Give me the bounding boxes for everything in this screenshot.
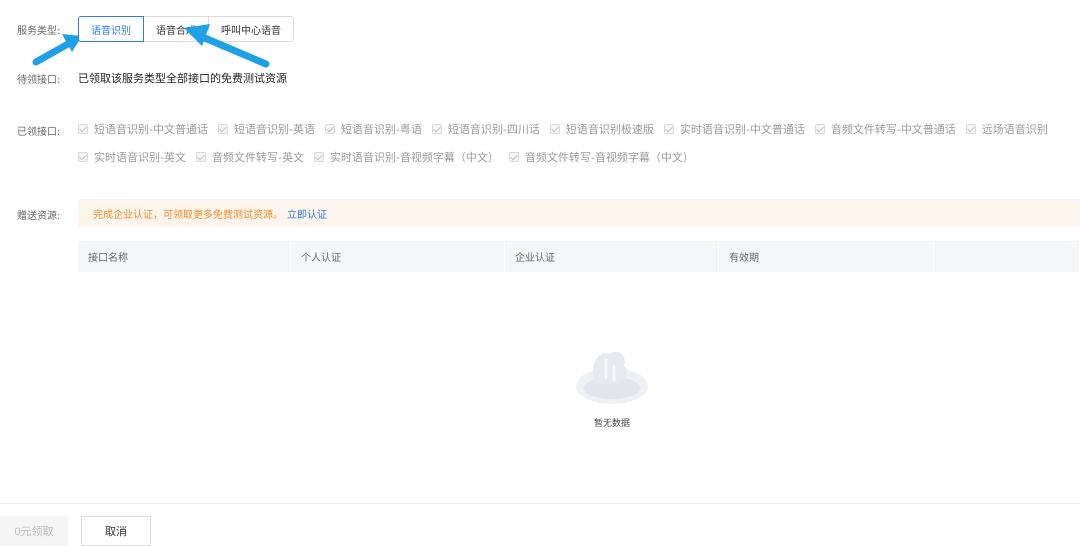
notice-text: 完成企业认证，可领取更多免费测试资源。: [93, 209, 283, 221]
column-api-name: 接口名称: [78, 241, 291, 272]
resource-table-header: 接口名称 个人认证 企业认证 有效期: [78, 241, 1080, 272]
claimed-api-item: 音频文件转写-音视频字幕（中文）: [508, 149, 694, 165]
api-name: 短语音识别-中文普通话: [94, 123, 208, 136]
claimed-api-item: 短语音识别-中文普通话: [78, 121, 208, 137]
claimed-api-item: 短语音识别-英语: [217, 121, 315, 137]
checked-checkbox-icon: [78, 152, 88, 162]
checked-checkbox-icon: [78, 124, 88, 134]
claimed-api-item: 音频文件转写-中文普通话: [814, 121, 956, 137]
claimed-api-item: 实时语音识别-英文: [78, 149, 186, 165]
option-speech-recognition[interactable]: 语音识别: [78, 16, 144, 42]
api-name: 实时语音识别-音视频字幕（中文）: [329, 151, 499, 164]
api-name: 音频文件转写-英文: [211, 151, 304, 164]
claimed-api-item: 实时语音识别-音视频字幕（中文）: [313, 149, 499, 165]
checked-checkbox-icon: [431, 124, 442, 134]
service-type-selector: 语音识别 语音合成 呼叫中心语音: [78, 16, 294, 42]
checked-checkbox-icon: [217, 124, 228, 134]
claimed-api-item: 实时语音识别-中文普通话: [663, 121, 805, 137]
column-enterprise-verification: 企业认证: [505, 241, 719, 272]
claimed-api-list: 短语音识别-中文普通话 短语音识别-英语 短语音识别-粤语 短语音识别-四川话 …: [78, 120, 1080, 176]
free-claim-button[interactable]: 0元领取: [0, 516, 68, 546]
checked-checkbox-icon: [965, 124, 976, 134]
claimed-api-item: 音频文件转写-英文: [195, 149, 304, 165]
claimed-api-row: 实时语音识别-英文 音频文件转写-英文 实时语音识别-音视频字幕（中文） 音频文…: [78, 148, 1080, 166]
checked-checkbox-icon: [313, 152, 324, 162]
claimed-api-item: 短语音识别极速版: [549, 121, 654, 137]
option-call-center-speech[interactable]: 呼叫中心语音: [208, 16, 294, 42]
verify-now-link[interactable]: 立即认证: [287, 206, 327, 221]
column-validity-period: 有效期: [719, 241, 934, 272]
checked-checkbox-icon: [549, 124, 560, 134]
api-name: 短语音识别-粤语: [340, 123, 422, 136]
claimed-api-item: 短语音识别-粤语: [324, 121, 422, 137]
api-name: 远场语音识别: [981, 123, 1048, 136]
option-speech-synthesis[interactable]: 语音合成: [143, 16, 209, 42]
checked-checkbox-icon: [195, 152, 206, 162]
checked-checkbox-icon: [508, 152, 519, 162]
api-name: 实时语音识别-英文: [94, 151, 186, 164]
api-name: 短语音识别-英语: [233, 123, 315, 136]
empty-state: 暂无数据: [570, 344, 654, 429]
claimed-api-label: 已领接口:: [17, 127, 61, 138]
verification-notice: 完成企业认证，可领取更多免费测试资源。 立即认证: [78, 199, 1080, 227]
pending-api-label: 待领接口:: [17, 75, 61, 86]
column-personal-verification: 个人认证: [291, 241, 505, 272]
empty-box-icon: [576, 351, 648, 404]
empty-text: 暂无数据: [593, 419, 630, 429]
column-actions: [934, 241, 1080, 272]
claimed-api-item: 远场语音识别: [965, 121, 1048, 137]
checked-checkbox-icon: [663, 124, 674, 134]
api-name: 短语音识别-四川话: [447, 123, 540, 136]
claimed-api-item: 短语音识别-四川话: [431, 121, 540, 137]
pending-api-text: 已领取该服务类型全部接口的免费测试资源: [78, 72, 287, 85]
api-name: 实时语音识别-中文普通话: [679, 123, 805, 136]
checked-checkbox-icon: [814, 124, 825, 134]
cancel-button[interactable]: 取消: [81, 516, 151, 546]
footer-bar: 0元领取 取消: [0, 503, 1080, 546]
service-type-label: 服务类型:: [17, 26, 61, 37]
gift-resource-label: 赠送资源:: [17, 211, 61, 222]
claimed-api-row: 短语音识别-中文普通话 短语音识别-英语 短语音识别-粤语 短语音识别-四川话 …: [78, 120, 1080, 138]
api-name: 音频文件转写-音视频字幕（中文）: [524, 151, 694, 164]
checked-checkbox-icon: [324, 124, 335, 134]
api-name: 音频文件转写-中文普通话: [830, 123, 956, 136]
api-name: 短语音识别极速版: [565, 123, 654, 136]
